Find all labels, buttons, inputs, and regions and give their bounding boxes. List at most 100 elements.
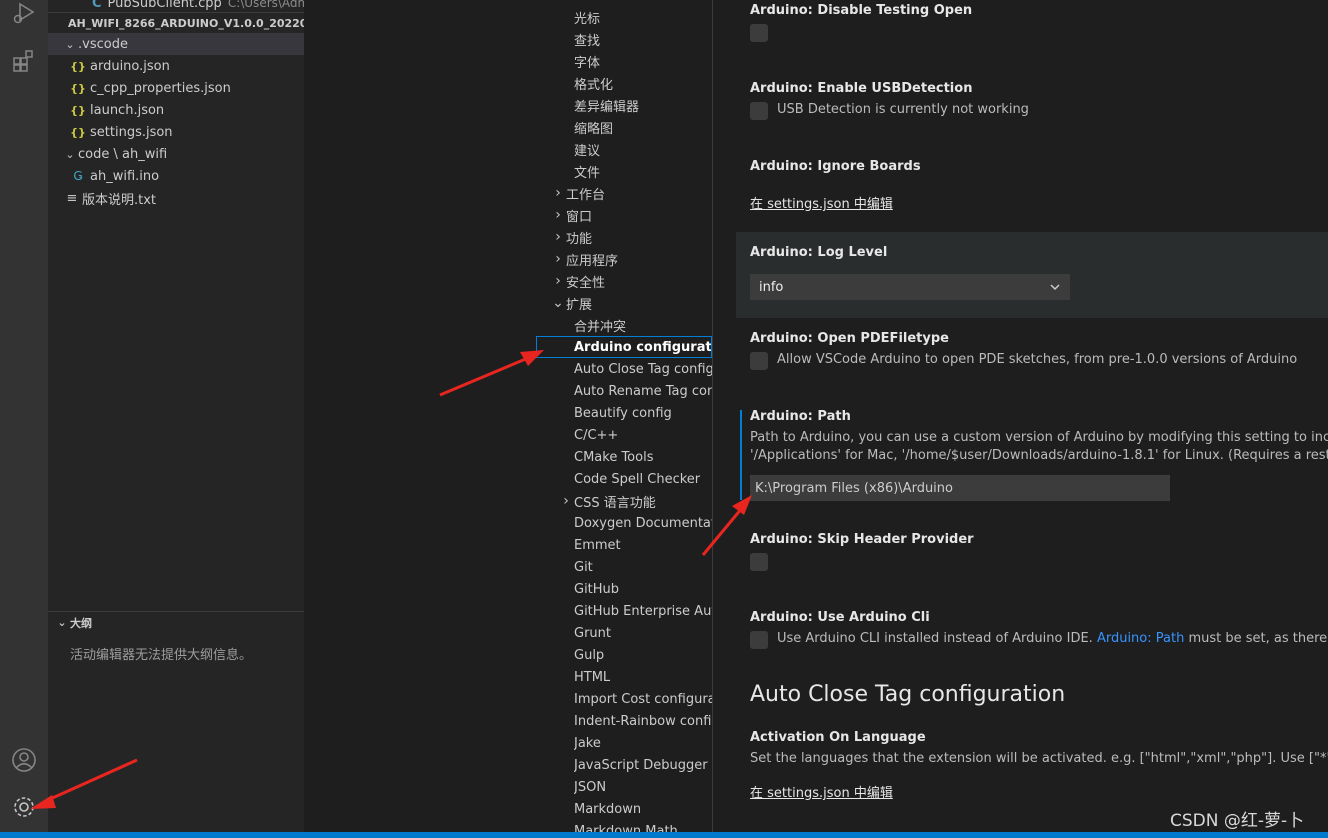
toc-item-label: Markdown: [574, 801, 642, 817]
toc-item[interactable]: Doxygen Documentati...: [574, 512, 712, 534]
toc-item-label: Arduino configuration: [574, 339, 712, 355]
toc-item[interactable]: 建议: [574, 138, 712, 160]
cpp-file-icon: C: [92, 0, 102, 11]
toc-item-label: 格式化: [574, 77, 614, 93]
toc-item[interactable]: Grunt: [574, 622, 712, 644]
toc-item[interactable]: CMake Tools: [574, 446, 712, 468]
toc-item[interactable]: 字体: [574, 50, 712, 72]
toc-item[interactable]: Auto Close Tag config...: [574, 358, 712, 380]
toc-item[interactable]: Jake: [574, 732, 712, 754]
arduino-path-setting-link[interactable]: Arduino: Path: [1097, 631, 1184, 646]
toc-item[interactable]: Markdown Math: [574, 820, 712, 833]
tree-file-arduino-json[interactable]: {} arduino.json: [48, 55, 304, 77]
edit-in-settings-json-link[interactable]: 在 settings.json 中编辑: [750, 193, 893, 212]
skip-header-checkbox[interactable]: [750, 553, 768, 571]
folder-header[interactable]: AH_WIFI_8266_ARDUINO_V1.0.0_20220326: [48, 12, 330, 34]
toc-item[interactable]: 查找: [574, 28, 712, 50]
json-file-icon: {}: [70, 125, 86, 139]
toc-item-label: JavaScript Debugger: [574, 757, 708, 773]
toc-item[interactable]: › 应用程序: [550, 248, 712, 270]
use-cli-description: Use Arduino CLI installed instead of Ard…: [777, 631, 1328, 646]
chevron-right-icon: ›: [555, 251, 561, 267]
toc-item-label: 查找: [574, 33, 601, 49]
settings-editor-gutter: [304, 0, 536, 832]
outline-empty-message: 活动编辑器无法提供大纲信息。: [70, 648, 253, 663]
tree-folder-vscode[interactable]: ⌄ .vscode: [48, 33, 304, 55]
toc-item[interactable]: Beautify config: [574, 402, 712, 424]
toc-item[interactable]: JavaScript Debugger: [574, 754, 712, 776]
toc-item[interactable]: HTML: [574, 666, 712, 688]
toc-item[interactable]: › 功能: [550, 226, 712, 248]
toc-item[interactable]: JSON: [574, 776, 712, 798]
enable-usb-checkbox[interactable]: [750, 102, 768, 120]
toc-item[interactable]: › 窗口: [550, 204, 712, 226]
toc-item[interactable]: Gulp: [574, 644, 712, 666]
activation-language-description: Set the languages that the extension wil…: [750, 751, 1328, 766]
toc-item-label: Gulp: [574, 647, 605, 663]
toc-item[interactable]: › CSS 语言功能: [558, 490, 712, 512]
log-level-select[interactable]: info: [750, 274, 1070, 300]
toc-item-label: JSON: [574, 779, 607, 795]
toc-item[interactable]: 光标: [574, 6, 712, 28]
enable-usb-description: USB Detection is currently not working: [777, 102, 1029, 117]
open-pde-description: Allow VSCode Arduino to open PDE sketche…: [777, 352, 1298, 367]
setting-title-enable-usb: Arduino: Enable USBDetection: [750, 81, 973, 96]
toc-item-label: Import Cost configura...: [574, 691, 712, 707]
toc-item-label: 安全性: [566, 275, 606, 291]
toc-item-label: Indent-Rainbow confi...: [574, 713, 712, 729]
accounts-icon[interactable]: [0, 738, 48, 782]
toc-item[interactable]: 合并冲突: [574, 314, 712, 336]
toc-item[interactable]: GitHub Enterprise Aut...: [574, 600, 712, 622]
toc-item[interactable]: Emmet: [574, 534, 712, 556]
path-description-line2: '/Applications' for Mac, '/home/$user/Do…: [750, 448, 1328, 463]
toc-item[interactable]: 差异编辑器: [574, 94, 712, 116]
toc-item[interactable]: 文件: [574, 160, 712, 182]
toc-item-label: Code Spell Checker: [574, 471, 701, 487]
setting-title-path: Arduino: Path: [750, 409, 851, 424]
extensions-icon[interactable]: [0, 39, 48, 83]
disable-testing-checkbox[interactable]: [750, 24, 768, 42]
json-file-icon: {}: [70, 103, 86, 117]
json-file-icon: {}: [70, 59, 86, 73]
tree-file-c-cpp-properties[interactable]: {} c_cpp_properties.json: [48, 77, 304, 99]
tree-folder-code[interactable]: ⌄ code \ ah_wifi: [48, 143, 304, 165]
toc-item[interactable]: Indent-Rainbow confi...: [574, 710, 712, 732]
outline-section-header[interactable]: ⌄ 大纲: [48, 611, 304, 633]
toc-item[interactable]: Markdown: [574, 798, 712, 820]
toc-item-label: GitHub Enterprise Aut...: [574, 603, 712, 619]
tree-file-readme-txt[interactable]: ≡ 版本说明.txt: [48, 187, 304, 209]
toc-item-label: Auto Rename Tag con...: [574, 383, 712, 399]
toc-item-label: 功能: [566, 231, 593, 247]
text-file-icon: ≡: [66, 190, 78, 206]
toc-item[interactable]: Import Cost configura...: [574, 688, 712, 710]
toc-item[interactable]: › 工作台: [550, 182, 712, 204]
focused-setting-indicator: [740, 410, 742, 500]
toc-item[interactable]: C/C++: [574, 424, 712, 446]
edit-in-settings-json-link[interactable]: 在 settings.json 中编辑: [750, 782, 893, 801]
run-debug-icon[interactable]: [0, 0, 48, 36]
tree-file-ah-wifi-ino[interactable]: Ǥ ah_wifi.ino: [48, 165, 304, 187]
toc-item-label: HTML: [574, 669, 611, 685]
toc-item[interactable]: GitHub: [574, 578, 712, 600]
toc-item[interactable]: › 安全性: [550, 270, 712, 292]
toc-item[interactable]: ⌄ 扩展: [550, 292, 712, 314]
chevron-right-icon: ›: [555, 185, 561, 201]
setting-title-use-cli: Arduino: Use Arduino Cli: [750, 610, 930, 625]
tree-file-launch-json[interactable]: {} launch.json: [48, 99, 304, 121]
setting-title-skip-header: Arduino: Skip Header Provider: [750, 532, 974, 547]
toc-item[interactable]: Git: [574, 556, 712, 578]
toc-item[interactable]: Auto Rename Tag con...: [574, 380, 712, 402]
toc-item[interactable]: Code Spell Checker: [574, 468, 712, 490]
chevron-right-icon: ›: [563, 493, 569, 509]
settings-list: Arduino: Disable Testing Open Arduino: E…: [713, 0, 1328, 832]
arduino-path-input[interactable]: K:\Program Files (x86)\Arduino: [750, 475, 1170, 501]
toc-item[interactable]: 缩略图: [574, 116, 712, 138]
toc-item[interactable]: Arduino configuration: [536, 336, 712, 358]
toc-item-label: 窗口: [566, 209, 593, 225]
open-pde-checkbox[interactable]: [750, 352, 768, 370]
tree-file-settings-json[interactable]: {} settings.json: [48, 121, 304, 143]
gear-icon[interactable]: [0, 785, 48, 829]
use-cli-checkbox[interactable]: [750, 631, 768, 649]
toc-item[interactable]: 格式化: [574, 72, 712, 94]
chevron-down-icon: ⌄: [65, 147, 75, 161]
